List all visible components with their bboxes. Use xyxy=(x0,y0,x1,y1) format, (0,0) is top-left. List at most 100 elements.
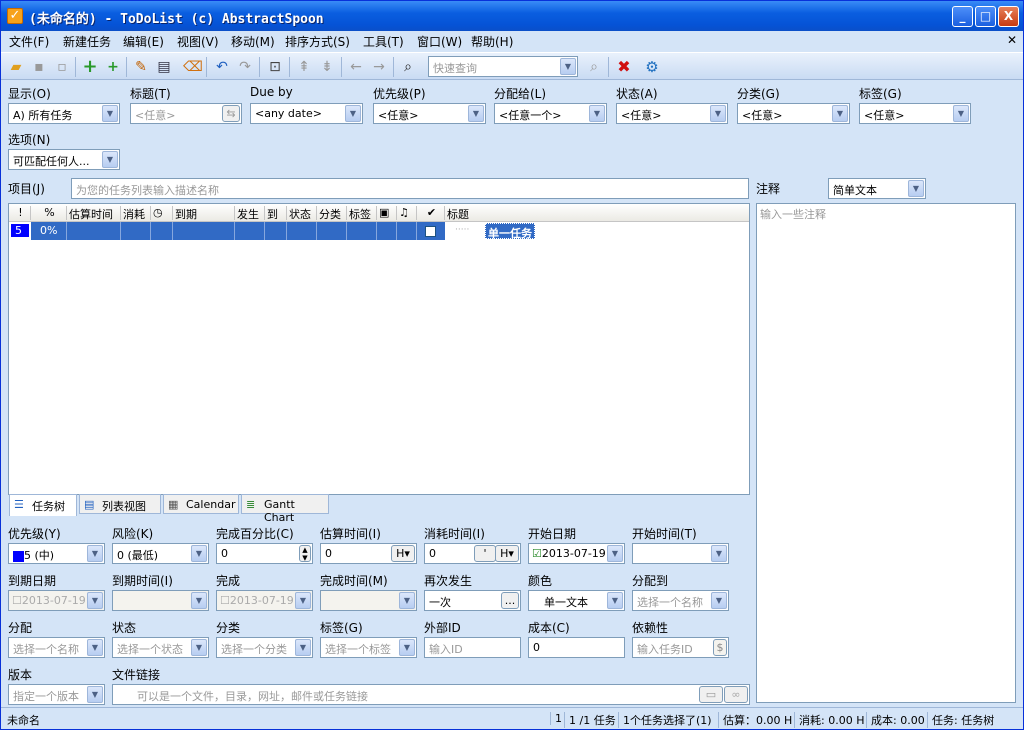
chevron-down-icon[interactable]: ▼ xyxy=(87,545,103,562)
chevron-down-icon[interactable]: ▼ xyxy=(295,639,311,656)
chevron-down-icon[interactable]: ▼ xyxy=(607,592,623,609)
chevron-down-icon[interactable]: ▼ xyxy=(560,58,576,75)
filter-title-input[interactable]: <任意> ⇆ xyxy=(130,103,242,124)
column-done-check-icon[interactable]: ✔ xyxy=(417,206,445,220)
chevron-down-icon[interactable]: ▼ xyxy=(191,545,207,562)
delete-icon[interactable]: ✖ xyxy=(614,57,634,77)
menu-file[interactable]: 文件(F) xyxy=(9,33,49,50)
quick-find-combo[interactable]: 快速查询 ▼ xyxy=(428,56,578,77)
start-time-combo[interactable]: ▼ xyxy=(632,543,729,564)
start-date-check-icon[interactable]: ☑ xyxy=(532,547,542,560)
due-date-check-icon[interactable]: ☐ xyxy=(12,594,22,607)
depends-input[interactable]: 输入任务ID $ xyxy=(632,637,729,658)
maximize-icon[interactable]: ⊡ xyxy=(265,57,285,77)
chevron-down-icon[interactable]: ▼ xyxy=(711,545,727,562)
add-subtask-icon[interactable]: + xyxy=(103,57,123,77)
add-task-icon[interactable]: + xyxy=(80,57,100,77)
column-status[interactable]: 状态 xyxy=(287,206,317,221)
priority-combo[interactable]: 5 (中) ▼ xyxy=(8,543,105,564)
filter-status-combo[interactable]: <任意> ▼ xyxy=(616,103,728,124)
filter-assigned-combo[interactable]: <任意一个> ▼ xyxy=(494,103,607,124)
done-time-combo[interactable]: ▼ xyxy=(320,590,417,611)
comments-format-combo[interactable]: 简单文本 ▼ xyxy=(828,178,926,199)
menu-new-task[interactable]: 新建任务 xyxy=(63,33,111,50)
move-left-icon[interactable]: ← xyxy=(346,57,366,77)
start-date-picker[interactable]: ☑2013-07-19 ▼ xyxy=(528,543,625,564)
minimize-button[interactable]: _ xyxy=(952,6,973,27)
chevron-down-icon[interactable]: ▼ xyxy=(87,592,103,609)
menu-help[interactable]: 帮助(H) xyxy=(471,33,513,50)
mdi-close-icon[interactable]: ✕ xyxy=(1007,33,1017,47)
assigned-by-combo[interactable]: 选择一个名称 ▼ xyxy=(632,590,729,611)
comments-editor[interactable]: 输入一些注释 xyxy=(756,203,1016,703)
status-combo[interactable]: 选择一个状态 ▼ xyxy=(112,637,209,658)
filter-show-combo[interactable]: A) 所有任务 ▼ xyxy=(8,103,120,124)
column-reminder-icon[interactable]: ♫ xyxy=(397,206,417,220)
redo-icon[interactable]: ↷ xyxy=(235,57,255,77)
assign-combo[interactable]: 选择一个名称 ▼ xyxy=(8,637,105,658)
chevron-down-icon[interactable]: ▼ xyxy=(399,592,415,609)
filter-category-combo[interactable]: <任意> ▼ xyxy=(737,103,850,124)
open-link-icon[interactable]: ∞ xyxy=(724,686,748,703)
column-estimate[interactable]: 估算时间 xyxy=(67,206,121,221)
file-link-input[interactable]: 可以是一个文件，目录，网址，邮件或任务链接 ▭ ∞ xyxy=(112,684,750,705)
percent-done-spinner[interactable]: 0 ▲ ▼ xyxy=(216,543,313,564)
menu-edit[interactable]: 编辑(E) xyxy=(123,33,164,50)
move-right-icon[interactable]: → xyxy=(369,57,389,77)
chevron-down-icon[interactable]: ▼ xyxy=(908,180,924,197)
column-save-icon[interactable]: ▣ xyxy=(377,206,397,220)
chevron-down-icon[interactable]: ▼ xyxy=(87,686,103,703)
column-percent[interactable]: % xyxy=(31,206,67,220)
undo-icon[interactable]: ↶ xyxy=(212,57,232,77)
chevron-down-icon[interactable]: ▼ xyxy=(345,105,361,122)
task-done-checkbox[interactable] xyxy=(425,224,436,238)
chevron-down-icon[interactable]: ▼ xyxy=(191,639,207,656)
estimate-unit-button[interactable]: H▾ xyxy=(391,545,415,562)
delete-brush-icon[interactable]: ⌫ xyxy=(183,57,203,77)
chevron-down-icon[interactable]: ▼ xyxy=(468,105,484,122)
estimate-input[interactable]: 0 H▾ xyxy=(320,543,417,564)
spent-timer-button[interactable]: ' xyxy=(474,545,496,562)
filter-options-combo[interactable]: 可匹配任何人... ▼ xyxy=(8,149,120,170)
menu-sort[interactable]: 排序方式(S) xyxy=(285,33,350,50)
cost-input[interactable]: 0 xyxy=(528,637,625,658)
spin-arrows-icon[interactable]: ▲ ▼ xyxy=(299,545,311,562)
filter-due-combo[interactable]: <any date> ▼ xyxy=(250,103,363,124)
chevron-down-icon[interactable]: ▼ xyxy=(87,639,103,656)
column-due[interactable]: 到期 xyxy=(173,206,235,221)
menu-move[interactable]: 移动(M) xyxy=(231,33,275,50)
column-clock-icon[interactable]: ◷ xyxy=(151,206,173,220)
category-combo[interactable]: 选择一个分类 ▼ xyxy=(216,637,313,658)
chevron-down-icon[interactable]: ▼ xyxy=(953,105,969,122)
filter-priority-combo[interactable]: <任意> ▼ xyxy=(373,103,486,124)
due-date-picker[interactable]: ☐2013-07-19 ▼ xyxy=(8,590,105,611)
chevron-down-icon[interactable]: ▼ xyxy=(102,151,118,168)
done-date-check-icon[interactable]: ☐ xyxy=(220,594,230,607)
color-combo[interactable]: 单一文本 ▼ xyxy=(528,590,625,611)
column-priority[interactable]: ! xyxy=(9,206,31,220)
column-title[interactable]: 标题 xyxy=(445,206,749,221)
tab-calendar[interactable]: ▦ Calendar xyxy=(163,494,239,514)
spent-input[interactable]: 0 ' H▾ xyxy=(424,543,521,564)
close-button[interactable]: X xyxy=(998,6,1019,27)
chevron-down-icon[interactable]: ▼ xyxy=(295,592,311,609)
column-to[interactable]: 到 xyxy=(265,206,287,221)
open-folder-icon[interactable]: ▰ xyxy=(6,57,26,77)
project-name-input[interactable]: 为您的任务列表输入描述名称 xyxy=(71,178,749,199)
chevron-down-icon[interactable]: ▼ xyxy=(191,592,207,609)
menu-view[interactable]: 视图(V) xyxy=(177,33,219,50)
chevron-down-icon[interactable]: ▼ xyxy=(711,592,727,609)
recurrence-more-button[interactable]: ... xyxy=(501,592,519,609)
column-occur[interactable]: 发生 xyxy=(235,206,265,221)
risk-combo[interactable]: 0 (最低) ▼ xyxy=(112,543,209,564)
due-time-combo[interactable]: ▼ xyxy=(112,590,209,611)
browse-folder-icon[interactable]: ▭ xyxy=(699,686,723,703)
quick-find-icon[interactable]: ⌕ xyxy=(584,57,604,77)
find-binoculars-icon[interactable]: ⌕ xyxy=(398,57,418,77)
task-title-cell[interactable]: 单一任务 xyxy=(485,223,535,240)
filter-tags-combo[interactable]: <任意> ▼ xyxy=(859,103,971,124)
external-id-input[interactable]: 输入ID xyxy=(424,637,521,658)
filter-title-options-icon[interactable]: ⇆ xyxy=(222,105,240,122)
settings-gear-icon[interactable]: ⚙ xyxy=(642,57,662,77)
done-date-picker[interactable]: ☐2013-07-19 ▼ xyxy=(216,590,313,611)
